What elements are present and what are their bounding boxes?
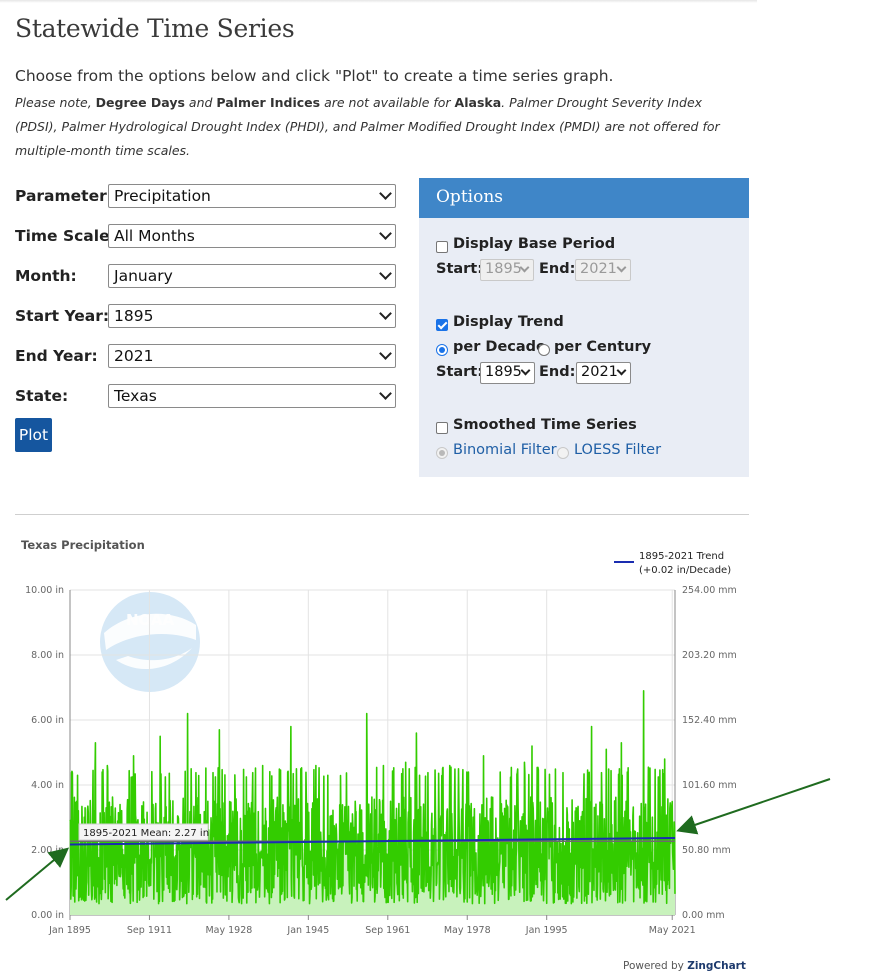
y-tick-right: 50.80 mm xyxy=(682,845,731,856)
y-tick-left: 6.00 in xyxy=(31,715,64,726)
parameter-select[interactable]: Precipitation xyxy=(108,184,396,208)
options-panel: Options Display Base Period Start: 1895 … xyxy=(419,178,749,477)
x-tick: Sep 1961 xyxy=(365,925,410,936)
trend-end-label: End: xyxy=(539,364,576,380)
trend-start-select[interactable]: 1895 xyxy=(480,362,535,384)
mean-label: 1895-2021 Mean: 2.27 in xyxy=(83,828,209,839)
options-header: Options xyxy=(419,178,749,218)
binomial-filter-radio[interactable] xyxy=(436,447,448,459)
smoothed-label: Smoothed Time Series xyxy=(453,417,637,433)
start-year-row: Start Year: 1895 xyxy=(15,304,398,330)
base-start-select[interactable]: 1895 xyxy=(480,259,534,281)
end-year-select[interactable]: 2021 xyxy=(108,344,396,368)
base-end-label: End: xyxy=(539,261,576,277)
parameter-label: Parameter: xyxy=(15,187,113,205)
svg-text:NOAA: NOAA xyxy=(126,611,175,629)
month-select[interactable]: January xyxy=(108,264,396,288)
intro-text: Choose from the options below and click … xyxy=(15,67,614,85)
start-year-label: Start Year: xyxy=(15,307,110,325)
display-trend-checkbox[interactable] xyxy=(436,319,448,331)
display-base-period-checkbox[interactable] xyxy=(436,241,448,253)
zingchart-link[interactable]: ZingChart xyxy=(687,960,746,972)
y-tick-left: 8.00 in xyxy=(31,650,64,661)
display-base-period-label: Display Base Period xyxy=(453,236,616,252)
per-century-label: per Century xyxy=(554,339,652,355)
time-scale-select[interactable]: All Months xyxy=(108,224,396,248)
plot-button[interactable]: Plot xyxy=(15,418,52,452)
per-century-radio[interactable] xyxy=(538,344,550,356)
time-scale-label: Time Scale: xyxy=(15,227,116,245)
state-select[interactable]: Texas xyxy=(108,384,396,408)
powered-by: Powered by ZingChart xyxy=(623,960,746,972)
section-divider xyxy=(15,514,749,515)
y-tick-right: 203.20 mm xyxy=(682,650,737,661)
x-tick: Sep 1911 xyxy=(127,925,172,936)
state-row: State: Texas xyxy=(15,384,398,410)
chevron-down-icon xyxy=(379,347,392,360)
time-scale-row: Time Scale: All Months xyxy=(15,224,398,250)
smoothed-checkbox[interactable] xyxy=(436,422,448,434)
availability-note: Please note, Degree Days and Palmer Indi… xyxy=(15,95,720,158)
end-year-row: End Year: 2021 xyxy=(15,344,398,370)
chevron-down-icon xyxy=(616,262,627,273)
x-tick: May 1928 xyxy=(205,925,252,936)
chevron-down-icon xyxy=(379,307,392,320)
x-tick: May 2021 xyxy=(649,925,696,936)
base-end-select[interactable]: 2021 xyxy=(575,259,631,281)
chevron-down-icon xyxy=(379,387,392,400)
y-tick-left: 10.00 in xyxy=(25,585,64,596)
chevron-down-icon xyxy=(379,187,392,200)
per-decade-radio[interactable] xyxy=(436,344,448,356)
chevron-down-icon xyxy=(379,227,392,240)
y-tick-left: 4.00 in xyxy=(31,780,64,791)
y-tick-right: 101.60 mm xyxy=(682,780,737,791)
precipitation-chart: NOAA 0.00 in 2.00 in 4.00 in 6.00 in 8.00 in… xyxy=(5,551,831,936)
page-title: Statewide Time Series xyxy=(15,14,295,43)
chevron-down-icon xyxy=(616,365,627,376)
trend-end-select[interactable]: 2021 xyxy=(576,362,631,384)
y-tick-left: 2.00 in xyxy=(31,845,64,856)
chevron-down-icon xyxy=(379,267,392,280)
end-year-label: End Year: xyxy=(15,347,98,365)
month-label: Month: xyxy=(15,267,77,285)
annotation-arrow-left xyxy=(5,847,70,901)
chevron-down-icon xyxy=(520,365,531,376)
parameter-row: Parameter: Precipitation xyxy=(15,184,398,210)
display-trend-label: Display Trend xyxy=(453,314,564,330)
binomial-filter-label: Binomial Filter xyxy=(453,442,557,458)
y-tick-right: 0.00 mm xyxy=(682,910,725,921)
start-year-select[interactable]: 1895 xyxy=(108,304,396,328)
per-decade-label: per Decade xyxy=(453,339,546,355)
noaa-logo-watermark: NOAA xyxy=(100,592,200,692)
month-row: Month: January xyxy=(15,264,398,290)
x-tick: Jan 1995 xyxy=(525,925,568,936)
legend-label: 1895-2021 Trend xyxy=(639,551,724,562)
x-tick: May 1978 xyxy=(444,925,491,936)
top-shadow xyxy=(0,0,757,3)
x-tick: Jan 1895 xyxy=(48,925,91,936)
base-start-label: Start: xyxy=(436,261,484,277)
legend-sublabel: (+0.02 in/Decade) xyxy=(639,565,731,576)
loess-filter-radio[interactable] xyxy=(557,447,569,459)
y-tick-right: 254.00 mm xyxy=(682,585,737,596)
x-tick: Jan 1945 xyxy=(286,925,329,936)
y-tick-right: 152.40 mm xyxy=(682,715,737,726)
loess-filter-label: LOESS Filter xyxy=(574,442,662,458)
trend-start-label: Start: xyxy=(436,364,484,380)
state-label: State: xyxy=(15,387,69,405)
y-tick-left: 0.00 in xyxy=(31,910,64,921)
